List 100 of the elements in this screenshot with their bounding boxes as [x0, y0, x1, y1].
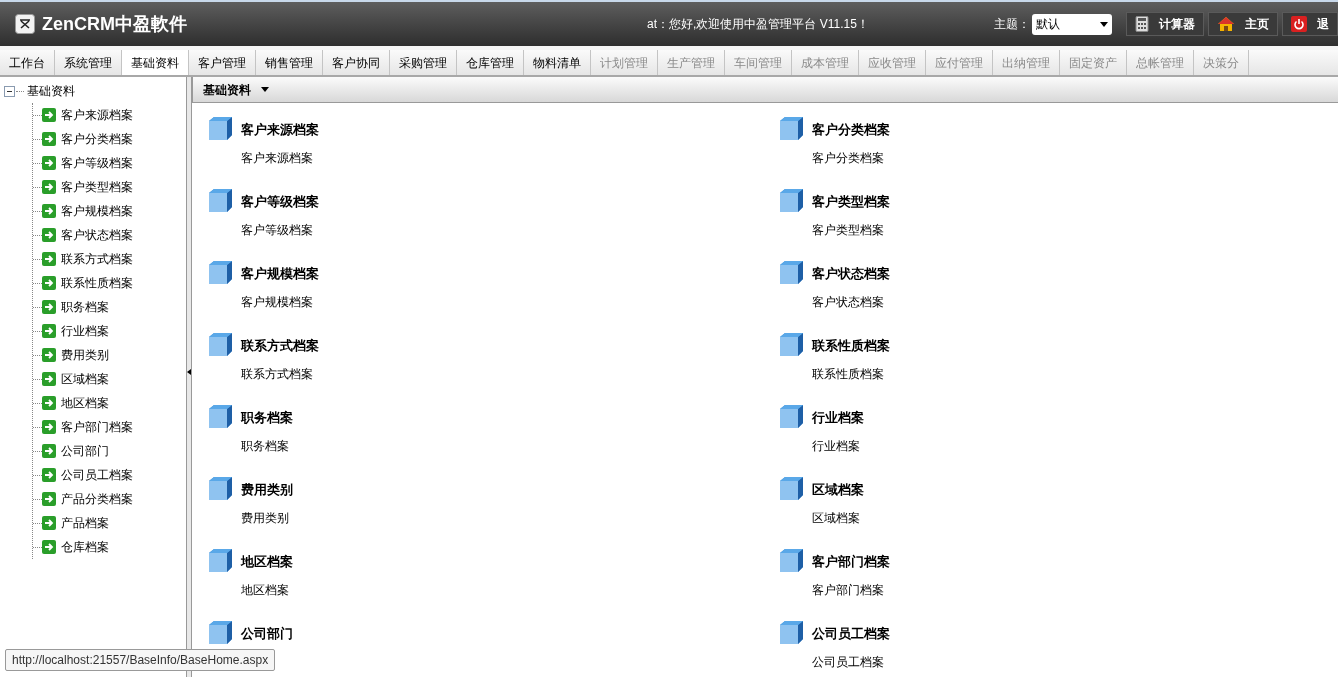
arrow-icon [42, 372, 56, 386]
tree-item[interactable]: 地区档案 [61, 394, 109, 412]
arrow-icon [42, 420, 56, 434]
item-title[interactable]: 行业档案 [812, 408, 864, 428]
item-description: 联系性质档案 [812, 365, 885, 383]
item-title[interactable]: 客户状态档案 [812, 264, 890, 284]
cube-icon [779, 404, 804, 429]
tree-item[interactable]: 区域档案 [61, 370, 109, 388]
tree-item[interactable]: 客户类型档案 [61, 178, 133, 196]
item-title[interactable]: 区域档案 [812, 480, 864, 500]
cube-icon [208, 548, 233, 573]
caret-icon [261, 87, 269, 92]
cube-icon [208, 620, 233, 645]
item-description: 公司员工档案 [812, 653, 885, 671]
cube-icon [779, 188, 804, 213]
header-button[interactable]: 退 [1282, 12, 1338, 36]
module-tab[interactable]: 客户管理 [189, 50, 256, 75]
theme-label: 主题： [994, 16, 1030, 33]
arrow-icon [42, 276, 56, 290]
item-title[interactable]: 客户部门档案 [812, 552, 890, 572]
module-tab[interactable]: 仓库管理 [457, 50, 524, 75]
module-tab[interactable]: 工作台 [0, 50, 55, 75]
house-icon [1217, 16, 1235, 32]
arrow-icon [42, 204, 56, 218]
item-description: 客户状态档案 [812, 293, 885, 311]
tree-item[interactable]: 行业档案 [61, 322, 109, 340]
header-button[interactable]: 主页 [1208, 12, 1278, 36]
arrow-icon [42, 348, 56, 362]
module-tab[interactable]: 采购管理 [390, 50, 457, 75]
item-description: 客户等级档案 [241, 221, 314, 239]
header-button[interactable]: 计算器 [1126, 12, 1204, 36]
item-title[interactable]: 公司员工档案 [812, 624, 890, 644]
item-description: 联系方式档案 [241, 365, 314, 383]
item-title[interactable]: 客户规模档案 [241, 264, 319, 284]
arrow-icon [42, 516, 56, 530]
item-description: 职务档案 [241, 437, 290, 455]
module-tab[interactable]: 物料清单 [524, 50, 591, 75]
tree-item[interactable]: 产品分类档案 [61, 490, 133, 508]
module-tab[interactable]: 基础资料 [122, 50, 189, 75]
cube-icon [779, 548, 804, 573]
tree-item[interactable]: 费用类别 [61, 346, 109, 364]
arrow-icon [42, 444, 56, 458]
item-title[interactable]: 客户等级档案 [241, 192, 319, 212]
arrow-icon [42, 324, 56, 338]
item-title[interactable]: 客户分类档案 [812, 120, 890, 140]
arrow-icon [42, 156, 56, 170]
tree-item[interactable]: 公司员工档案 [61, 466, 133, 484]
tree-item[interactable]: 客户部门档案 [61, 418, 133, 436]
tree-item[interactable]: 职务档案 [61, 298, 109, 316]
item-title[interactable]: 客户类型档案 [812, 192, 890, 212]
cube-icon [208, 260, 233, 285]
tree-item[interactable]: 客户规模档案 [61, 202, 133, 220]
tree-item[interactable]: 联系方式档案 [61, 250, 133, 268]
cube-icon [779, 332, 804, 357]
cube-icon [208, 404, 233, 429]
arrow-icon [42, 180, 56, 194]
cube-icon [779, 620, 804, 645]
item-description: 客户部门档案 [812, 581, 885, 599]
tree-item[interactable]: 客户等级档案 [61, 154, 133, 172]
arrow-icon [42, 468, 56, 482]
tree-item[interactable]: 公司部门 [61, 442, 109, 460]
module-tab[interactable]: 销售管理 [256, 50, 323, 75]
collapse-toggle[interactable] [4, 85, 15, 97]
power-icon [1291, 16, 1307, 32]
greeting-text: at：您好,欢迎使用中盈管理平台 V11.15！ [647, 16, 869, 33]
item-title[interactable]: 联系方式档案 [241, 336, 319, 356]
item-description: 地区档案 [241, 581, 290, 599]
item-title[interactable]: 地区档案 [241, 552, 293, 572]
tree-item[interactable]: 客户状态档案 [61, 226, 133, 244]
module-tab[interactable]: 客户协同 [323, 50, 390, 75]
item-description: 客户类型档案 [812, 221, 885, 239]
item-description: 客户规模档案 [241, 293, 314, 311]
arrow-icon [42, 252, 56, 266]
item-description: 费用类别 [241, 509, 290, 527]
item-title[interactable]: 职务档案 [241, 408, 293, 428]
item-title[interactable]: 客户来源档案 [241, 120, 319, 140]
item-title[interactable]: 公司部门 [241, 624, 293, 644]
cube-icon [208, 476, 233, 501]
tree-item[interactable]: 产品档案 [61, 514, 109, 532]
tree-item[interactable]: 客户分类档案 [61, 130, 133, 148]
arrow-icon [42, 132, 56, 146]
calculator-icon [1135, 16, 1149, 32]
item-description: 行业档案 [812, 437, 861, 455]
theme-select[interactable]: 默认 [1032, 13, 1112, 35]
cube-icon [208, 332, 233, 357]
arrow-icon [42, 228, 56, 242]
cube-icon [779, 476, 804, 501]
arrow-icon [42, 492, 56, 506]
item-description: 客户分类档案 [812, 149, 885, 167]
caret-icon [1100, 21, 1108, 27]
tree-item[interactable]: 仓库档案 [61, 538, 109, 556]
tree-item[interactable]: 客户来源档案 [61, 106, 133, 124]
item-title[interactable]: 费用类别 [241, 480, 293, 500]
item-title[interactable]: 联系性质档案 [812, 336, 890, 356]
breadcrumb-dropdown[interactable]: 基础资料 [203, 80, 269, 99]
cube-icon [208, 116, 233, 141]
arrow-icon [42, 300, 56, 314]
item-description: 客户来源档案 [241, 149, 314, 167]
tree-item[interactable]: 联系性质档案 [61, 274, 133, 292]
tree-item[interactable]: 基础资料 [27, 82, 75, 100]
